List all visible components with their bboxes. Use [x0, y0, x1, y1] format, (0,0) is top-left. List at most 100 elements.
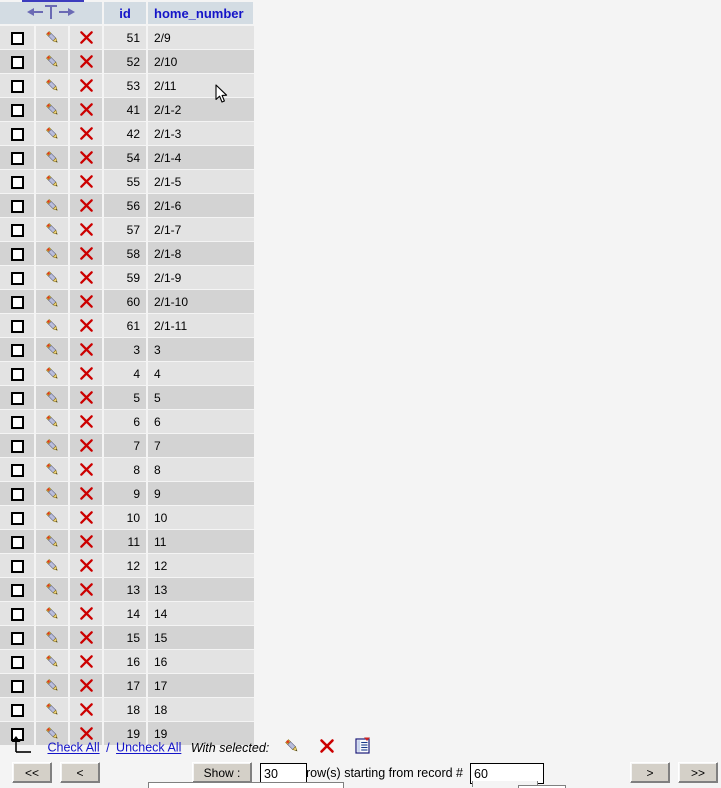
column-header-home-number[interactable]: home_number: [147, 2, 255, 26]
row-checkbox[interactable]: [10, 31, 24, 45]
row-checkbox[interactable]: [10, 295, 24, 309]
row-checkbox-cell[interactable]: [0, 409, 36, 434]
table-navigation-header[interactable]: [0, 2, 104, 26]
row-delete-cell[interactable]: [69, 625, 104, 650]
pencil-edit-icon[interactable]: [44, 78, 61, 92]
pencil-edit-icon[interactable]: [44, 126, 61, 140]
red-x-delete-icon[interactable]: [78, 582, 95, 596]
uncheck-all-link[interactable]: Uncheck All: [116, 741, 181, 755]
row-checkbox[interactable]: [10, 607, 24, 621]
row-checkbox-cell[interactable]: [0, 265, 36, 290]
row-delete-cell[interactable]: [69, 193, 104, 218]
red-x-delete-icon[interactable]: [78, 390, 95, 404]
red-x-delete-icon[interactable]: [78, 510, 95, 524]
pencil-edit-icon[interactable]: [44, 438, 61, 452]
row-edit-cell[interactable]: [35, 697, 70, 722]
pencil-edit-icon[interactable]: [44, 366, 61, 380]
row-delete-cell[interactable]: [69, 649, 104, 674]
pencil-edit-icon[interactable]: [44, 150, 61, 164]
next-page-button[interactable]: >: [630, 762, 670, 783]
row-checkbox-cell[interactable]: [0, 673, 36, 698]
red-x-delete-icon[interactable]: [78, 558, 95, 572]
row-delete-cell[interactable]: [69, 577, 104, 602]
previous-page-button[interactable]: <: [60, 762, 100, 783]
arrow-up-select-icon[interactable]: [10, 736, 35, 759]
red-x-delete-icon[interactable]: [78, 534, 95, 548]
red-x-delete-icon[interactable]: [78, 414, 95, 428]
row-checkbox-cell[interactable]: [0, 169, 36, 194]
row-checkbox-cell[interactable]: [0, 361, 36, 386]
red-x-delete-icon[interactable]: [78, 30, 95, 44]
pencil-edit-icon[interactable]: [44, 702, 61, 716]
row-edit-cell[interactable]: [35, 337, 70, 362]
pencil-edit-icon[interactable]: [44, 414, 61, 428]
row-edit-cell[interactable]: [35, 97, 70, 122]
row-delete-cell[interactable]: [69, 97, 104, 122]
row-checkbox[interactable]: [10, 127, 24, 141]
row-delete-cell[interactable]: [69, 433, 104, 458]
pencil-edit-icon[interactable]: [44, 54, 61, 68]
row-checkbox[interactable]: [10, 703, 24, 717]
rows-per-page-input[interactable]: [260, 763, 307, 784]
row-delete-cell[interactable]: [69, 241, 104, 266]
row-edit-cell[interactable]: [35, 361, 70, 386]
pencil-edit-icon[interactable]: [44, 678, 61, 692]
red-x-delete-icon[interactable]: [78, 222, 95, 236]
row-checkbox-cell[interactable]: [0, 385, 36, 410]
row-delete-cell[interactable]: [69, 337, 104, 362]
row-checkbox[interactable]: [10, 55, 24, 69]
pencil-edit-icon[interactable]: [44, 102, 61, 116]
row-checkbox-cell[interactable]: [0, 73, 36, 98]
row-checkbox[interactable]: [10, 271, 24, 285]
row-checkbox-cell[interactable]: [0, 505, 36, 530]
red-x-delete-icon[interactable]: [78, 438, 95, 452]
row-checkbox-cell[interactable]: [0, 529, 36, 554]
pencil-edit-icon[interactable]: [44, 558, 61, 572]
pencil-edit-icon[interactable]: [44, 246, 61, 260]
pencil-edit-icon[interactable]: [44, 390, 61, 404]
row-checkbox[interactable]: [10, 79, 24, 93]
row-checkbox[interactable]: [10, 175, 24, 189]
row-checkbox-cell[interactable]: [0, 25, 36, 50]
row-edit-cell[interactable]: [35, 25, 70, 50]
row-checkbox-cell[interactable]: [0, 433, 36, 458]
red-x-delete-icon[interactable]: [78, 702, 95, 716]
pencil-edit-icon[interactable]: [44, 486, 61, 500]
row-checkbox-cell[interactable]: [0, 241, 36, 266]
export-clipboard-icon[interactable]: [354, 737, 372, 758]
row-edit-cell[interactable]: [35, 529, 70, 554]
red-x-delete-icon[interactable]: [78, 54, 95, 68]
row-delete-cell[interactable]: [69, 409, 104, 434]
row-edit-cell[interactable]: [35, 577, 70, 602]
row-delete-cell[interactable]: [69, 481, 104, 506]
pencil-edit-icon[interactable]: [44, 534, 61, 548]
row-edit-cell[interactable]: [35, 49, 70, 74]
check-all-link[interactable]: Check All: [47, 741, 99, 755]
row-checkbox[interactable]: [10, 343, 24, 357]
pencil-edit-icon[interactable]: [44, 174, 61, 188]
row-delete-cell[interactable]: [69, 169, 104, 194]
row-delete-cell[interactable]: [69, 49, 104, 74]
row-edit-cell[interactable]: [35, 145, 70, 170]
row-checkbox-cell[interactable]: [0, 49, 36, 74]
red-x-delete-icon[interactable]: [78, 654, 95, 668]
row-edit-cell[interactable]: [35, 505, 70, 530]
pencil-edit-icon[interactable]: [44, 630, 61, 644]
table-navigation-icon[interactable]: [0, 3, 102, 24]
row-edit-cell[interactable]: [35, 121, 70, 146]
row-checkbox[interactable]: [10, 199, 24, 213]
row-checkbox-cell[interactable]: [0, 97, 36, 122]
row-checkbox[interactable]: [10, 319, 24, 333]
row-checkbox-cell[interactable]: [0, 625, 36, 650]
red-x-delete-icon[interactable]: [78, 486, 95, 500]
clipped-query-select[interactable]: [148, 782, 344, 788]
row-checkbox-cell[interactable]: [0, 649, 36, 674]
pencil-edit-icon[interactable]: [44, 606, 61, 620]
pencil-edit-icon[interactable]: [44, 222, 61, 236]
red-x-delete-icon[interactable]: [78, 126, 95, 140]
row-delete-cell[interactable]: [69, 505, 104, 530]
pencil-edit-icon[interactable]: [44, 462, 61, 476]
row-edit-cell[interactable]: [35, 553, 70, 578]
row-checkbox-cell[interactable]: [0, 553, 36, 578]
row-edit-cell[interactable]: [35, 601, 70, 626]
